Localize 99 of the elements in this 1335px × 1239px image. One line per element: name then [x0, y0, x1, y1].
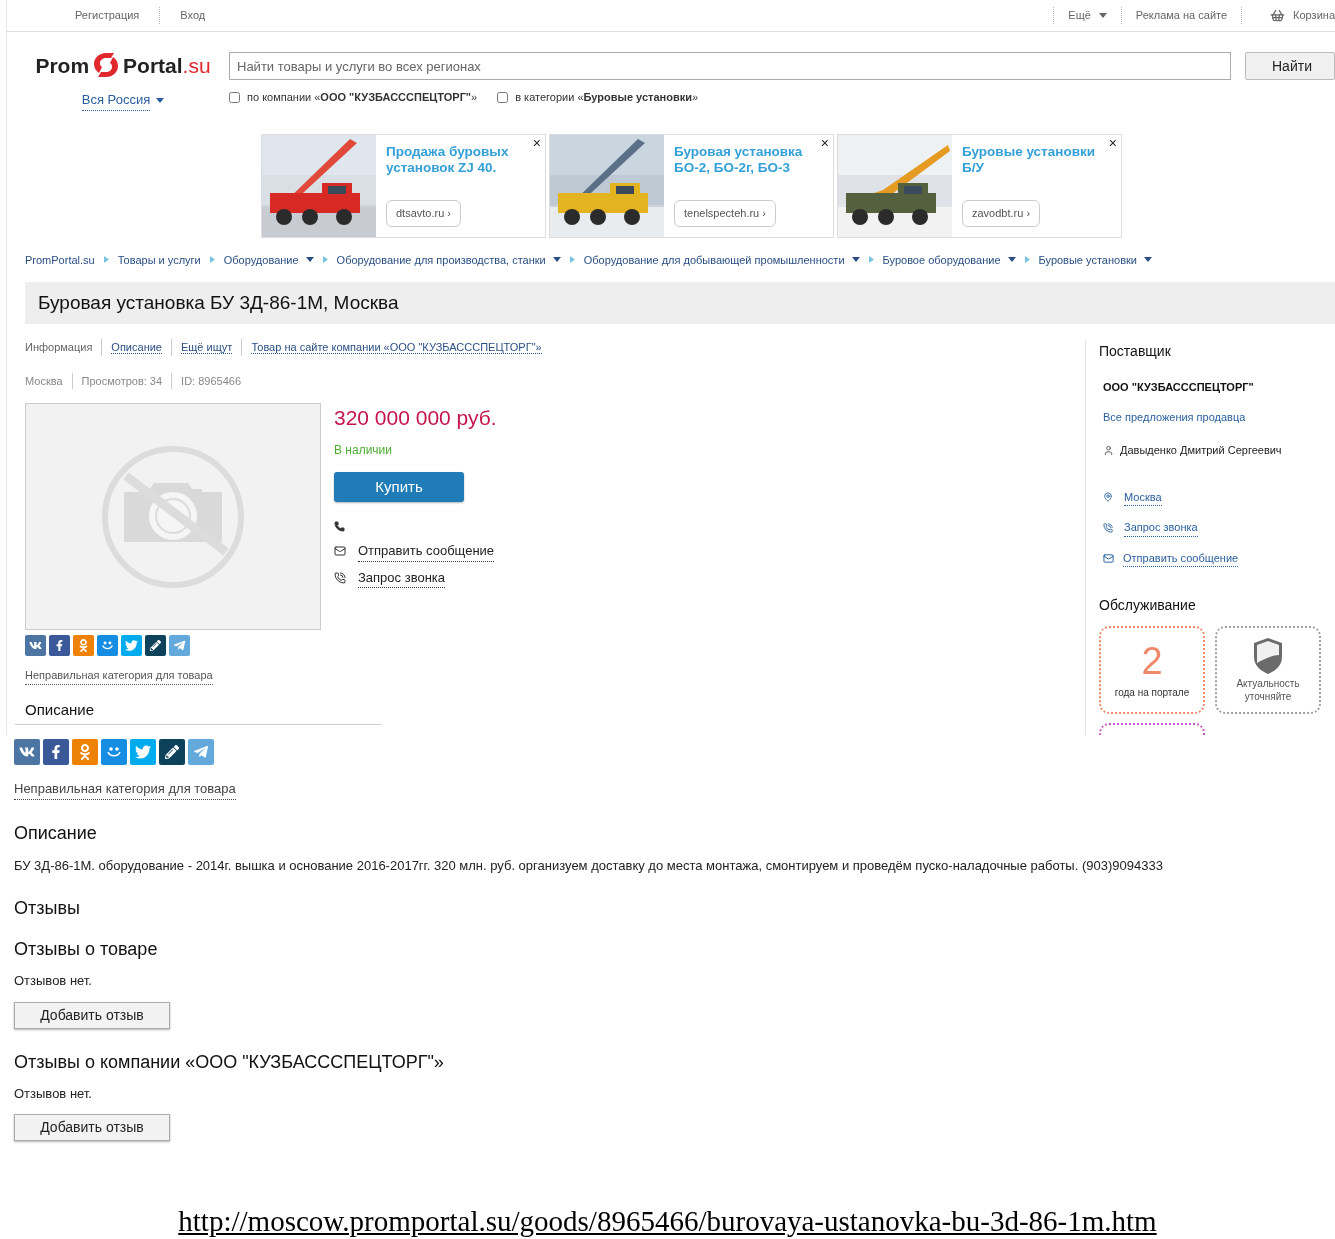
product-tab[interactable]: Товар на сайте компании «ООО "КУЗБАССCПЕЦТОРГ"» [241, 339, 551, 356]
product-tab[interactable]: Ещё ищут [171, 339, 242, 356]
meta-info: Просмотров: 34 [71, 372, 172, 389]
product-title: Буровая установка БУ 3Д-86-1М, Москва [38, 290, 399, 315]
vk-icon[interactable] [25, 635, 46, 656]
filter-checkbox[interactable] [229, 91, 240, 103]
sidebar-heading: Поставщик [1099, 342, 1172, 361]
section-heading: Описание [25, 700, 95, 719]
caret-icon [305, 257, 314, 263]
close-icon[interactable]: × [820, 134, 829, 151]
caret-icon [156, 97, 165, 103]
empty-reviews-text: Отзывов нет. [14, 972, 92, 990]
chevron-right-icon [103, 256, 109, 264]
caret-icon [1143, 257, 1152, 263]
years-count: 2 [1141, 640, 1163, 681]
caret-icon [1098, 13, 1107, 18]
breadcrumb-link[interactable]: Оборудование для производства, станки [336, 251, 561, 268]
ad-domain[interactable]: zavodbt.ru › [962, 200, 1041, 227]
availability: В наличии [334, 442, 393, 459]
facebook-icon[interactable] [49, 635, 70, 656]
all-offers-link[interactable]: Все предложения продавца [1103, 408, 1335, 425]
add-review-button[interactable]: Добавить отзыв [14, 1001, 170, 1029]
contact-person: Давыденко Дмитрий Сергеевич [1120, 443, 1282, 458]
ad-card[interactable]: Продажа буровых установок ZJ 40. dtsavto.ru › × [261, 133, 546, 238]
region-selector[interactable]: Вся Россия [81, 90, 165, 111]
cart-link[interactable]: Корзина [1293, 7, 1335, 24]
send-message-link[interactable]: Отправить сообщение [1123, 549, 1239, 567]
top-bar-link[interactable]: Вход [159, 7, 226, 24]
smile-icon[interactable] [101, 739, 127, 765]
close-icon[interactable]: × [532, 134, 541, 151]
shield-icon [1252, 637, 1284, 675]
breadcrumb-link[interactable]: Буровые установки [1038, 251, 1152, 268]
company-name: ООО "КУЗБАССCПЕЦТОРГ" [1103, 380, 1255, 395]
product-tab[interactable]: Информация [25, 339, 102, 356]
call-request-icon [1103, 522, 1113, 533]
basket-icon [1270, 8, 1286, 23]
send-message-link[interactable]: Отправить сообщение [358, 541, 495, 562]
search-button[interactable]: Найти [1245, 52, 1335, 80]
breadcrumb-link[interactable]: PromPortal.su [25, 251, 95, 268]
call-request-icon [334, 571, 346, 584]
person-icon [1103, 444, 1114, 456]
call-request-link[interactable]: Запрос звонка [1124, 519, 1198, 537]
badge-caption: года на портале [1114, 685, 1190, 700]
filter-label: по компании «ООО "КУЗБАССCПЕЦТОРГ"» [247, 90, 478, 105]
logo-text: Prom [35, 54, 90, 76]
more-menu[interactable]: Ещё [1053, 7, 1121, 24]
chevron-right-icon [1024, 256, 1030, 264]
section-heading: Отзывы о компании «ООО "КУЗБАССCПЕЦТОРГ"» [14, 1050, 444, 1074]
chevron-right-icon [569, 256, 575, 264]
caret-icon [552, 257, 561, 263]
price: 320 000 000 руб. [334, 405, 497, 431]
chevron-right-icon [868, 256, 874, 264]
ad-card[interactable]: Буровые установки Б/У zavodbt.ru › × [837, 133, 1122, 238]
facebook-icon[interactable] [43, 739, 69, 765]
description-text: БУ 3Д-86-1М. оборудование - 2014г. вышка и основание 2016-2017гг. 320 млн. руб. организуем доставку до места монтажа, смонтируем и проведём пуско-наладочные работы. (903)9094333 [14, 856, 1163, 875]
caret-icon [1007, 257, 1016, 263]
add-review-button[interactable]: Добавить отзыв [14, 1114, 170, 1141]
ad-domain[interactable]: tenelspecteh.ru › [674, 200, 776, 227]
mail-icon [1103, 552, 1114, 564]
breadcrumb-link[interactable]: Оборудование [223, 251, 314, 268]
ad-domain[interactable]: dtsavto.ru › [386, 200, 462, 227]
breadcrumb-link[interactable]: Буровое оборудование [882, 251, 1016, 268]
empty-reviews-text: Отзывов нет. [14, 1084, 92, 1103]
pencil-icon[interactable] [159, 739, 185, 765]
location-icon [1103, 492, 1113, 503]
caret-icon [851, 257, 860, 263]
search-field[interactable]: Найти товары и услуги во всех регионах [229, 52, 1231, 80]
page-url-link[interactable]: http://moscow.promportal.su/goods/8965466/burovaya-ustanovka-bu-3d-86-1m.htm [178, 1205, 1157, 1237]
top-bar-link[interactable]: Регистрация [55, 7, 160, 24]
ad-card[interactable]: Буровая установка БО-2, БО-2г, БО-3 tenelspecteh.ru › × [549, 133, 834, 238]
logo-domain: .su [182, 54, 211, 76]
chevron-right-icon [209, 256, 215, 264]
vk-icon[interactable] [14, 739, 40, 765]
badge-caption: Актуальность уточняйте [1235, 677, 1301, 703]
filter-label: в категории «Буровые установки» [515, 90, 699, 105]
section-heading: Отзывы [14, 897, 80, 920]
smile-icon[interactable] [97, 635, 118, 656]
buy-button[interactable]: Купить [334, 472, 464, 502]
chevron-right-icon [322, 256, 328, 264]
logo-text: Portal [123, 54, 183, 76]
city-link[interactable]: Москва [1124, 488, 1162, 506]
wrong-category-link[interactable]: Неправильная категория для товара [25, 667, 213, 685]
no-photo-icon [102, 445, 244, 588]
close-icon[interactable]: × [1108, 134, 1117, 151]
top-bar-link[interactable]: Реклама на сайте [1120, 7, 1242, 24]
wrong-category-link[interactable]: Неправильная категория для товара [14, 779, 236, 800]
filter-checkbox[interactable] [497, 91, 509, 103]
section-heading: Отзывы о товаре [14, 938, 158, 961]
meta-info: ID: 8965466 [171, 372, 251, 389]
breadcrumb-link[interactable]: Оборудование для добывающей промышленности [583, 251, 860, 268]
pencil-icon[interactable] [145, 635, 166, 656]
breadcrumb-link[interactable]: Товары и услуги [117, 251, 201, 268]
meta-info: Москва [25, 373, 64, 389]
section-heading: Описание [14, 821, 97, 845]
product-tab[interactable]: Описание [101, 339, 171, 356]
mail-icon [334, 545, 346, 558]
sidebar-heading: Обслуживание [1099, 596, 1197, 615]
phone-icon [334, 521, 345, 532]
call-request-link[interactable]: Запрос звонка [358, 567, 446, 588]
